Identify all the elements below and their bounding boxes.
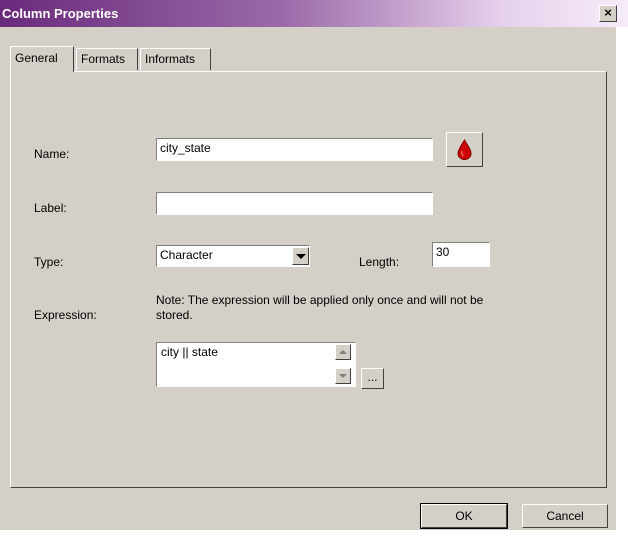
red-drop-icon (457, 139, 472, 161)
length-field[interactable]: 30 (432, 242, 490, 267)
expression-note: Note: The expression will be applied onl… (156, 293, 484, 322)
general-tab-panel: Name: city_state Label: Type: Character … (10, 71, 607, 488)
length-label: Length: (359, 255, 400, 269)
ellipsis-icon: ... (367, 370, 378, 384)
name-field[interactable]: city_state (156, 138, 433, 161)
cancel-button[interactable]: Cancel (522, 504, 608, 528)
tab-general[interactable]: General (10, 46, 74, 72)
scroll-down-icon (339, 374, 347, 378)
expression-builder-button[interactable]: ... (361, 368, 384, 389)
cancel-button-label: Cancel (546, 509, 584, 523)
tab-informats-label: Informats (145, 52, 196, 66)
ok-button-label: OK (455, 509, 473, 523)
properties-button[interactable] (446, 132, 483, 167)
length-field-value: 30 (436, 245, 450, 259)
type-label: Type: (34, 255, 64, 269)
expression-label: Expression: (34, 308, 97, 322)
scroll-up-button[interactable] (335, 344, 351, 360)
tab-informats[interactable]: Informats (140, 48, 211, 70)
close-button[interactable]: × (599, 5, 617, 22)
column-properties-dialog: Column Properties × General Formats Info… (0, 0, 628, 530)
tab-formats[interactable]: Formats (76, 48, 138, 70)
expression-textarea[interactable]: city || state (156, 342, 356, 387)
close-icon: × (604, 5, 612, 20)
type-select[interactable]: Character (156, 245, 310, 267)
label-field[interactable] (156, 192, 433, 215)
expression-value: city || state (161, 345, 218, 359)
name-label: Name: (34, 147, 70, 161)
chevron-down-icon (296, 254, 306, 259)
type-select-value: Character (160, 248, 213, 262)
title-bar: Column Properties × (0, 0, 628, 27)
ok-button[interactable]: OK (420, 503, 508, 529)
tab-general-label: General (15, 51, 58, 65)
scroll-down-button[interactable] (335, 368, 351, 384)
label-label: Label: (34, 201, 67, 215)
type-dropdown-button[interactable] (292, 247, 309, 265)
scroll-up-icon (339, 350, 347, 354)
tab-formats-label: Formats (81, 52, 126, 66)
window-title: Column Properties (2, 6, 119, 21)
name-field-value: city_state (160, 141, 211, 155)
